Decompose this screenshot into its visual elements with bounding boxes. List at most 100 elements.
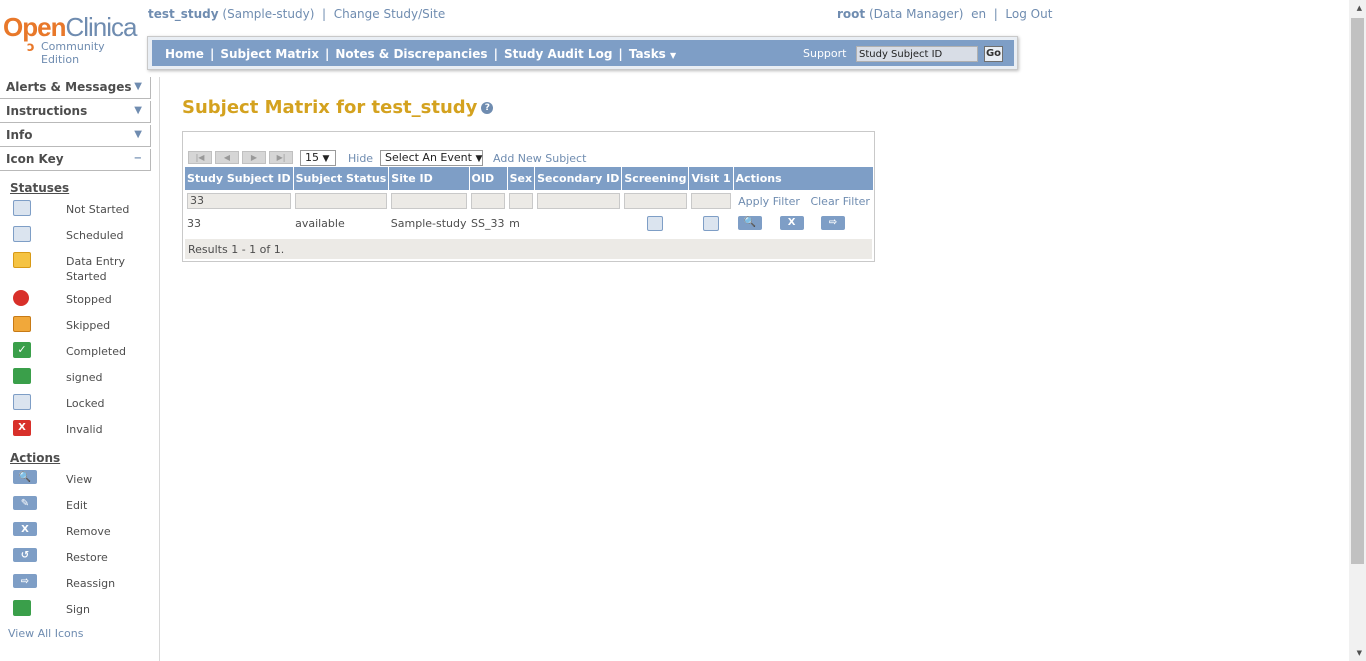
key-row: 🔍 View bbox=[10, 469, 159, 495]
cell-sex: m bbox=[509, 216, 520, 230]
edit-icon: ✎ bbox=[13, 496, 37, 510]
first-page-icon[interactable]: |◀ bbox=[188, 151, 212, 164]
key-row: X Invalid bbox=[10, 419, 159, 445]
restore-icon: ↺ bbox=[13, 548, 37, 562]
page-size-select[interactable]: 15 ▼ bbox=[300, 150, 336, 166]
results-summary: Results 1 - 1 of 1. bbox=[185, 239, 872, 259]
key-row: Not Started bbox=[10, 199, 159, 225]
clear-filter-link[interactable]: Clear Filter bbox=[810, 195, 870, 208]
study-info: test_study (Sample-study) | Change Study… bbox=[148, 7, 446, 21]
filter-subject-status[interactable] bbox=[295, 193, 387, 209]
next-page-icon[interactable]: ▶ bbox=[242, 151, 266, 164]
locked-icon bbox=[13, 394, 31, 410]
filter-site-id[interactable] bbox=[390, 193, 468, 209]
language-link[interactable]: en bbox=[971, 7, 986, 21]
filter-subject-id[interactable]: 33 bbox=[187, 193, 292, 209]
add-new-subject-link[interactable]: Add New Subject bbox=[493, 152, 586, 165]
filter-secondary-id[interactable] bbox=[536, 193, 620, 209]
panel-instructions[interactable]: Instructions ▼ bbox=[0, 101, 151, 123]
remove-icon: X bbox=[13, 522, 37, 536]
support-link[interactable]: Support bbox=[803, 47, 846, 60]
chevron-down-icon: ▼ bbox=[670, 51, 677, 60]
subject-matrix-table: Study Subject ID Subject Status Site ID … bbox=[185, 167, 875, 234]
col-sex[interactable]: Sex bbox=[507, 167, 536, 190]
panel-info[interactable]: Info ▼ bbox=[0, 125, 151, 147]
table-row: 33 available Sample-study SS_33 m 🔍 X ⇨ bbox=[185, 212, 874, 234]
view-all-icons-link[interactable]: View All Icons bbox=[8, 627, 159, 640]
panel-alerts-messages[interactable]: Alerts & Messages ▼ bbox=[0, 77, 151, 99]
scroll-up-icon[interactable]: ▲ bbox=[1357, 4, 1362, 12]
key-row: Data Entry Started bbox=[10, 251, 159, 289]
cell-secondary-id bbox=[535, 212, 622, 234]
key-row: signed bbox=[10, 367, 159, 393]
nav-notes-discrepancies[interactable]: Notes & Discrepancies bbox=[335, 47, 487, 61]
data-entry-started-icon bbox=[13, 252, 31, 268]
go-button[interactable]: Go bbox=[984, 46, 1003, 62]
study-site: (Sample-study) bbox=[222, 7, 315, 21]
scrollbar[interactable]: ▲ ▼ bbox=[1349, 0, 1366, 661]
not-started-icon[interactable] bbox=[703, 215, 720, 231]
user-role: (Data Manager) bbox=[868, 7, 964, 21]
col-site-id[interactable]: Site ID bbox=[388, 167, 470, 190]
collapse-minus-icon: − bbox=[133, 153, 142, 164]
change-study-link[interactable]: Change Study/Site bbox=[334, 7, 446, 21]
cell-oid: SS_33 bbox=[471, 216, 505, 230]
view-icon[interactable]: 🔍 bbox=[738, 216, 763, 230]
help-icon[interactable]: ? bbox=[481, 102, 494, 114]
view-icon: 🔍 bbox=[13, 470, 37, 484]
last-page-icon[interactable]: ▶| bbox=[269, 151, 293, 164]
study-name: test_study bbox=[148, 7, 219, 21]
completed-icon: ✓ bbox=[13, 342, 31, 358]
apply-filter-link[interactable]: Apply Filter bbox=[738, 195, 800, 208]
main-nav: Home | Subject Matrix | Notes & Discrepancie… bbox=[152, 40, 1014, 66]
scroll-down-icon[interactable]: ▼ bbox=[1357, 649, 1362, 657]
chevron-down-icon: ▼ bbox=[322, 154, 330, 164]
col-subject-status[interactable]: Subject Status bbox=[293, 167, 390, 190]
filter-oid[interactable] bbox=[471, 193, 506, 209]
key-row: X Remove bbox=[10, 521, 159, 547]
key-row: Stopped bbox=[10, 289, 159, 315]
nav-home[interactable]: Home bbox=[165, 47, 204, 61]
nav-subject-matrix[interactable]: Subject Matrix bbox=[220, 47, 319, 61]
panel-icon-key[interactable]: Icon Key − bbox=[0, 149, 151, 171]
key-row: ✓ Completed bbox=[10, 341, 159, 367]
signed-icon bbox=[13, 368, 31, 384]
reassign-icon: ⇨ bbox=[13, 574, 37, 588]
nav-study-audit-log[interactable]: Study Audit Log bbox=[504, 47, 612, 61]
col-visit-1[interactable]: Visit 1 bbox=[688, 167, 734, 190]
page-title: Subject Matrix for test_study? bbox=[182, 97, 494, 118]
icon-key: Statuses Not Started Scheduled Data Entr… bbox=[0, 181, 159, 640]
scheduled-icon[interactable] bbox=[647, 215, 664, 231]
prev-page-icon[interactable]: ◀ bbox=[215, 151, 239, 164]
filter-visit-1[interactable] bbox=[690, 193, 732, 209]
cell-status: available bbox=[295, 216, 345, 230]
nav-tasks[interactable]: Tasks ▼ bbox=[629, 47, 676, 61]
key-row: ⇨ Reassign bbox=[10, 573, 159, 599]
invalid-icon: X bbox=[13, 420, 31, 436]
cell-subject-id: 33 bbox=[187, 216, 201, 230]
key-row: Scheduled bbox=[10, 225, 159, 251]
scrollbar-thumb[interactable] bbox=[1351, 18, 1364, 564]
openclinica-logo: OpenClinica ↄ Community Edition bbox=[3, 12, 137, 66]
nav-container: Home | Subject Matrix | Notes & Discrepancie… bbox=[147, 36, 1018, 70]
event-select[interactable]: Select An Event ▼ bbox=[380, 150, 483, 166]
col-screening[interactable]: Screening bbox=[621, 167, 690, 190]
filter-screening[interactable] bbox=[623, 193, 687, 209]
filter-sex[interactable] bbox=[509, 193, 533, 209]
col-study-subject-id[interactable]: Study Subject ID bbox=[185, 167, 294, 190]
actions-heading: Actions bbox=[10, 451, 61, 465]
expand-triangle-icon: ▼ bbox=[134, 129, 142, 140]
statuses-heading: Statuses bbox=[10, 181, 70, 195]
reassign-icon[interactable]: ⇨ bbox=[821, 216, 846, 230]
user-name[interactable]: root bbox=[837, 7, 865, 21]
subject-search-input[interactable] bbox=[856, 46, 978, 62]
col-oid[interactable]: OID bbox=[469, 167, 508, 190]
logo-swoosh-icon: ↄ bbox=[27, 40, 35, 55]
remove-icon[interactable]: X bbox=[779, 216, 804, 230]
key-row: Skipped bbox=[10, 315, 159, 341]
logout-link[interactable]: Log Out bbox=[1005, 7, 1052, 21]
hide-link[interactable]: Hide bbox=[348, 152, 373, 165]
col-secondary-id[interactable]: Secondary ID bbox=[534, 167, 623, 190]
key-row: Locked bbox=[10, 393, 159, 419]
expand-triangle-icon: ▼ bbox=[134, 105, 142, 116]
